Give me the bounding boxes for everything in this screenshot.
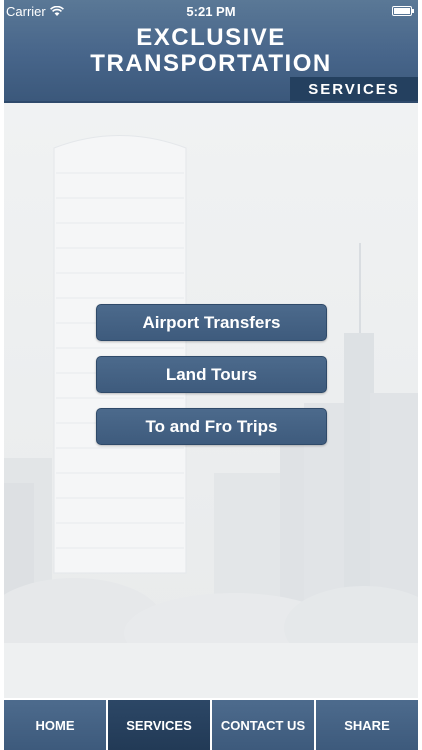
- airport-transfers-button[interactable]: Airport Transfers: [96, 304, 327, 341]
- tab-contact-us[interactable]: CONTACT US: [212, 700, 314, 750]
- tab-share[interactable]: SHARE: [316, 700, 418, 750]
- status-bar: Carrier 5:21 PM: [0, 0, 422, 22]
- section-tag: SERVICES: [290, 77, 418, 101]
- land-tours-button[interactable]: Land Tours: [96, 356, 327, 393]
- battery-icon: [392, 6, 414, 16]
- to-and-fro-trips-button[interactable]: To and Fro Trips: [96, 408, 327, 445]
- bottom-tab-bar: HOME SERVICES CONTACT US SHARE: [0, 698, 422, 750]
- brand-title-line1: EXCLUSIVE: [136, 24, 286, 51]
- brand-title-line2: TRANSPORTATION: [90, 50, 332, 77]
- tab-home[interactable]: HOME: [4, 700, 106, 750]
- status-time: 5:21 PM: [186, 4, 236, 19]
- services-menu: Airport Transfers Land Tours To and Fro …: [96, 304, 327, 460]
- tab-services[interactable]: SERVICES: [108, 700, 210, 750]
